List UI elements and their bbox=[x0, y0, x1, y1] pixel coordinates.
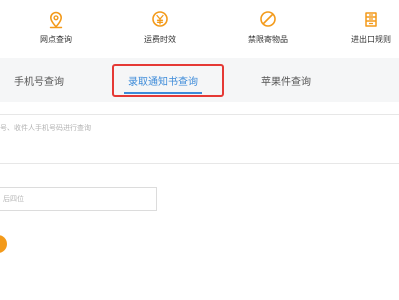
tab-highlight-box bbox=[112, 64, 224, 97]
prohibited-icon bbox=[260, 11, 276, 27]
tracking-query-field[interactable]: 号、收件人手机号码进行查询 bbox=[0, 114, 399, 164]
nav-freight-time[interactable]: 运费时效 bbox=[120, 10, 200, 45]
nav-prohibited-items[interactable]: 禁限寄物品 bbox=[228, 10, 308, 45]
customs-rules-icon bbox=[365, 12, 377, 27]
query-hint-text: 号、收件人手机号码进行查询 bbox=[0, 124, 91, 132]
nav-customs-rules[interactable]: 进出口规则 bbox=[331, 10, 399, 45]
tab-phone-query[interactable]: 手机号查询 bbox=[14, 73, 64, 88]
nav-freight-time-label: 运费时效 bbox=[144, 35, 176, 44]
nav-customs-rules-label: 进出口规则 bbox=[351, 35, 391, 44]
tab-apple-item-query[interactable]: 苹果件查询 bbox=[261, 73, 311, 88]
service-nav: 网点查询 运费时效 禁限寄物品 进出口规则 bbox=[0, 0, 399, 58]
nav-prohibited-items-label: 禁限寄物品 bbox=[248, 35, 288, 44]
location-icon bbox=[49, 11, 63, 29]
nav-branch-query-label: 网点查询 bbox=[40, 35, 72, 44]
phone-last-four-input[interactable] bbox=[0, 187, 157, 211]
query-submit-button[interactable] bbox=[0, 235, 7, 253]
nav-branch-query[interactable]: 网点查询 bbox=[16, 10, 96, 45]
yuan-coin-icon bbox=[152, 11, 168, 27]
